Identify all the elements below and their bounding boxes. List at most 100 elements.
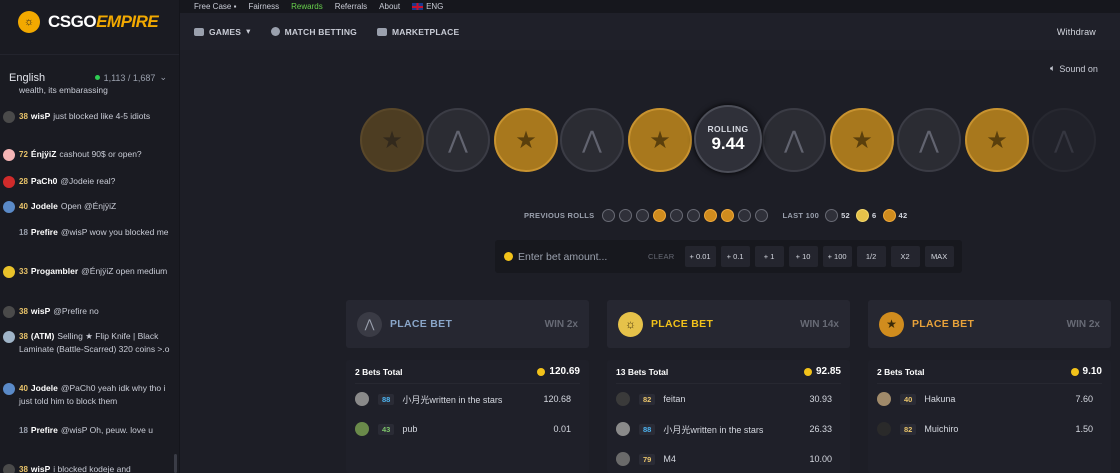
sound-toggle[interactable]: 🔈︎ Sound on bbox=[1050, 63, 1098, 74]
chat-username[interactable]: wisP bbox=[31, 306, 50, 316]
nav-games[interactable]: GAMES ▾ bbox=[194, 26, 251, 37]
bets-total-label: 2 Bets Total bbox=[355, 366, 403, 377]
ct-coin-icon: ⋀ bbox=[426, 108, 490, 172]
avatar[interactable] bbox=[3, 331, 15, 343]
avatar[interactable] bbox=[3, 266, 15, 278]
bet-chip-buttons: + 0.01 + 0.1 + 1 + 10 + 100 1/2 X2 MAX bbox=[680, 246, 954, 267]
speaker-icon: 🔈︎ bbox=[1050, 63, 1056, 73]
chat-username[interactable]: Progambler bbox=[31, 266, 78, 276]
free-case-link[interactable]: Free Case ▪ bbox=[194, 2, 236, 11]
avatar[interactable] bbox=[3, 111, 15, 123]
avatar[interactable] bbox=[877, 392, 891, 406]
coin-icon bbox=[803, 367, 812, 376]
chat-text: @wisP Oh, peuw. love u bbox=[60, 425, 153, 435]
place-bet-button[interactable]: ⋀ PLACE BET WIN 2x bbox=[346, 300, 589, 348]
chat-username[interactable]: wisP bbox=[31, 111, 50, 121]
language-select[interactable]: English bbox=[9, 72, 45, 84]
bet-chip-button[interactable]: + 0.01 bbox=[684, 246, 716, 267]
bet-chip-button[interactable]: + 0.1 bbox=[720, 246, 750, 267]
avatar[interactable] bbox=[616, 422, 630, 436]
level-badge: 40 bbox=[19, 202, 28, 211]
chat-username[interactable]: Jodele bbox=[31, 201, 58, 211]
chat-username[interactable]: Prefire bbox=[31, 425, 58, 435]
chat-message: 40 Jodele Open @ÉnjÿiZ bbox=[0, 200, 178, 213]
t-count: 42 bbox=[898, 210, 908, 220]
coin-icon bbox=[537, 367, 546, 376]
nav-match-betting[interactable]: MATCH BETTING bbox=[270, 27, 357, 37]
chat-message: 72 ÉnjÿiZ cashout 90$ or open? bbox=[0, 148, 178, 161]
avatar[interactable] bbox=[3, 425, 15, 437]
chat-text: @Prefire no bbox=[53, 306, 99, 316]
bet-chip-button[interactable]: + 100 bbox=[822, 246, 852, 267]
nav-marketplace[interactable]: MARKETPLACE bbox=[376, 27, 459, 37]
bet-username[interactable]: 小月光written in the stars bbox=[402, 393, 502, 406]
bets-list: 2 Bets Total 9.10 40 Hakuna 7.60 82 Muichiro 1.… bbox=[868, 360, 1111, 473]
avatar[interactable] bbox=[616, 392, 630, 406]
language-link[interactable]: ENG bbox=[412, 2, 443, 11]
bet-username[interactable]: feitan bbox=[663, 394, 685, 404]
chat-message: 38 wisP @Prefire no bbox=[0, 305, 178, 318]
coin-icon bbox=[1070, 367, 1079, 376]
bet-row: 82 feitan 30.93 bbox=[616, 384, 841, 414]
chat-message-body: 38 wisP @Prefire no bbox=[19, 305, 99, 318]
level-badge: 40 bbox=[19, 384, 28, 393]
avatar[interactable] bbox=[355, 422, 369, 436]
bet-chip-button[interactable]: MAX bbox=[924, 246, 954, 267]
bets-total-label: 13 Bets Total bbox=[616, 366, 669, 377]
bet-input-bar: CLEAR + 0.01+ 0.1+ 1+ 10+ 1001/2X2MAX bbox=[495, 240, 962, 273]
bet-row: 82 Muichiro 1.50 bbox=[877, 414, 1102, 444]
chat-username[interactable]: PaCh0 bbox=[31, 176, 57, 186]
chat-username[interactable]: ÉnjÿiZ bbox=[31, 149, 57, 159]
online-count-text: 1,113 / 1,687 bbox=[103, 72, 156, 83]
t-coin-icon: ★ bbox=[494, 108, 558, 172]
bets-total-row: 2 Bets Total 9.10 bbox=[877, 360, 1102, 384]
bet-chip-button[interactable]: 1/2 bbox=[856, 246, 886, 267]
bet-chip-button[interactable]: X2 bbox=[890, 246, 920, 267]
fairness-link[interactable]: Fairness bbox=[248, 2, 279, 11]
chevron-down-icon[interactable]: ⌄ bbox=[159, 72, 167, 83]
avatar[interactable] bbox=[616, 452, 630, 466]
withdraw-button[interactable]: Withdraw bbox=[1057, 27, 1096, 37]
chat-username[interactable]: (ATM) bbox=[31, 331, 54, 341]
bet-amount-input[interactable] bbox=[518, 250, 643, 263]
about-link[interactable]: About bbox=[379, 2, 400, 11]
ct-coin-icon bbox=[687, 208, 701, 222]
level-badge: 28 bbox=[19, 177, 28, 186]
place-bet-button[interactable]: ☼ PLACE BET WIN 14x bbox=[607, 300, 850, 348]
avatar[interactable] bbox=[877, 422, 891, 436]
level-badge: 38 bbox=[19, 112, 28, 121]
avatar[interactable] bbox=[3, 464, 15, 473]
avatar[interactable] bbox=[3, 306, 15, 318]
bet-username[interactable]: M4 bbox=[663, 454, 676, 464]
ct-coin-icon: ⋀ bbox=[762, 108, 826, 172]
avatar[interactable] bbox=[3, 149, 15, 161]
bet-chip-button[interactable]: + 1 bbox=[754, 246, 784, 267]
avatar[interactable] bbox=[355, 392, 369, 406]
chat-text: @ÉnjÿiZ open medium bbox=[81, 266, 168, 276]
chat-scrollbar[interactable] bbox=[174, 454, 177, 473]
t-coin-icon: ★ bbox=[965, 108, 1029, 172]
rolling-value: 9.44 bbox=[711, 134, 745, 153]
avatar[interactable] bbox=[3, 383, 15, 395]
bet-username[interactable]: Muichiro bbox=[924, 424, 958, 434]
chat-username[interactable]: wisP bbox=[31, 464, 50, 473]
chat-username[interactable]: Jodele bbox=[31, 383, 58, 393]
bets-total-amount: 9.10 bbox=[1070, 366, 1102, 377]
clear-button[interactable]: CLEAR bbox=[648, 252, 675, 261]
avatar[interactable] bbox=[3, 201, 15, 213]
referrals-link[interactable]: Referrals bbox=[335, 2, 367, 11]
t-coin-icon: ★ bbox=[360, 108, 424, 172]
avatar[interactable] bbox=[3, 176, 15, 188]
avatar[interactable] bbox=[3, 227, 15, 239]
logo[interactable]: ☼ CSGO EMPIRE bbox=[0, 0, 179, 44]
bet-chip-button[interactable]: + 10 bbox=[788, 246, 818, 267]
place-bet-button[interactable]: ★ PLACE BET WIN 2x bbox=[868, 300, 1111, 348]
chat-username[interactable]: Prefire bbox=[31, 227, 58, 237]
bet-username[interactable]: Hakuna bbox=[924, 394, 955, 404]
bet-username[interactable]: pub bbox=[402, 424, 417, 434]
rewards-link[interactable]: Rewards bbox=[291, 2, 323, 11]
bet-panel: ⋀ PLACE BET WIN 2x 2 Bets Total 120.69 88 小月光w… bbox=[346, 300, 589, 473]
t-coin-icon bbox=[882, 208, 896, 222]
bets-total-row: 2 Bets Total 120.69 bbox=[355, 360, 580, 384]
bet-username[interactable]: 小月光written in the stars bbox=[663, 423, 763, 436]
